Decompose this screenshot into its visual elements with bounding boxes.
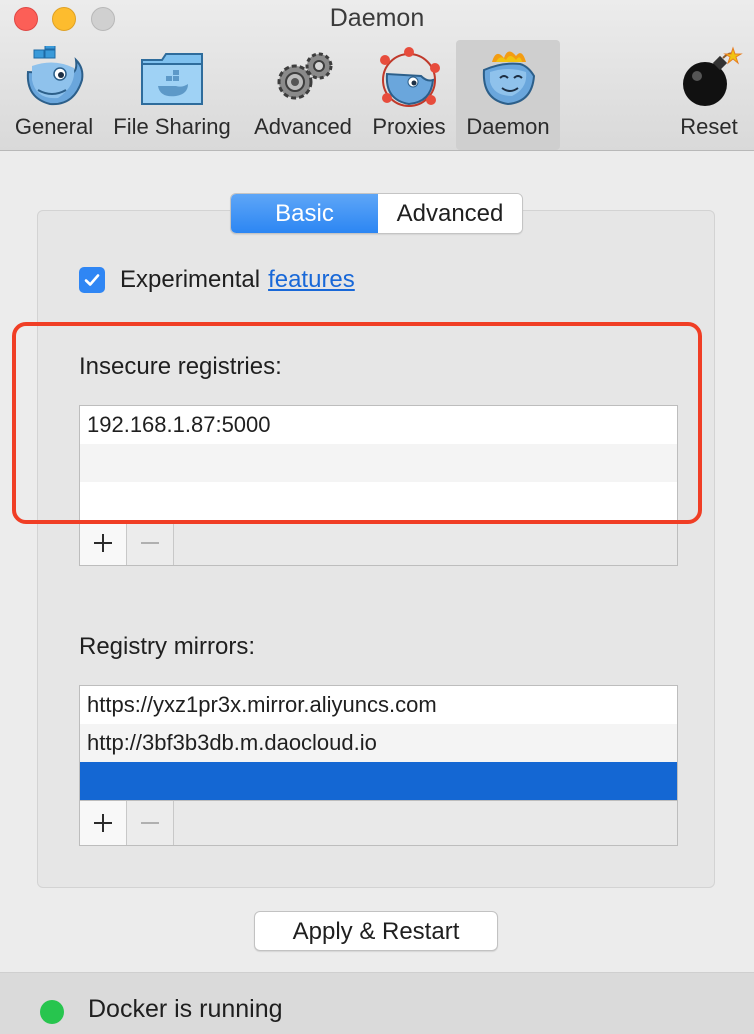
folder-whale-icon (141, 53, 203, 105)
preferences-window: Daemon General File Sharing Advanced Pro… (0, 0, 754, 1034)
toolbar-item-label: Daemon (466, 114, 550, 139)
gears-icon (277, 52, 333, 100)
tab-basic[interactable]: Basic (231, 194, 378, 233)
toolbar: Daemon General File Sharing Advanced Pro… (0, 0, 754, 151)
list-item[interactable]: 192.168.1.87:5000 (80, 406, 677, 444)
minus-icon (141, 542, 159, 544)
toolbar-item-advanced[interactable]: Advanced (248, 40, 358, 150)
list-item-selected-empty[interactable] (80, 762, 677, 800)
experimental-features-row: Experimental features (79, 266, 355, 294)
remove-insecure-registry-button[interactable] (127, 521, 174, 565)
daemon-tab-segmented-control: Basic Advanced (230, 193, 523, 234)
plus-icon (94, 534, 112, 552)
toolbar-item-label: Proxies (372, 114, 446, 139)
status-bar: Docker is running (0, 972, 754, 1034)
registry-mirrors-list[interactable]: https://yxz1pr3x.mirror.aliyuncs.com htt… (79, 685, 678, 801)
insecure-registries-list[interactable]: 192.168.1.87:5000 (79, 405, 678, 521)
toolbar-item-label: File Sharing (113, 114, 231, 139)
toolbar-item-label: Advanced (254, 114, 352, 139)
add-insecure-registry-button[interactable] (80, 521, 127, 565)
toolbar-item-label: Reset (680, 114, 738, 139)
tab-advanced[interactable]: Advanced (378, 194, 522, 233)
plus-icon (94, 814, 112, 832)
insecure-registries-label: Insecure registries: (79, 353, 282, 380)
list-item-empty (80, 444, 677, 482)
toolbar-item-file-sharing[interactable]: File Sharing (106, 40, 238, 150)
toolbar-item-general[interactable]: General (8, 40, 100, 150)
experimental-label: Experimental (120, 266, 261, 293)
list-item[interactable]: https://yxz1pr3x.mirror.aliyuncs.com (80, 686, 677, 724)
experimental-checkbox[interactable] (79, 267, 105, 293)
add-registry-mirror-button[interactable] (80, 801, 127, 845)
toolbar-item-daemon[interactable]: Daemon (456, 40, 560, 150)
toolbar-item-label: General (14, 114, 94, 139)
registry-mirrors-label: Registry mirrors: (79, 633, 256, 660)
status-text: Docker is running (88, 995, 283, 1023)
proxies-whale-icon (380, 47, 440, 107)
status-indicator-icon (40, 1000, 64, 1024)
insecure-registries-footer (79, 521, 678, 566)
checkmark-icon (84, 274, 100, 286)
toolbar-item-proxies[interactable]: Proxies (366, 40, 452, 150)
features-link[interactable]: features (268, 266, 355, 294)
apply-restart-button[interactable]: Apply & Restart (254, 911, 498, 951)
minus-icon (141, 822, 159, 824)
list-item-empty (80, 482, 677, 520)
window-title: Daemon (329, 4, 425, 32)
remove-registry-mirror-button[interactable] (127, 801, 174, 845)
docker-whale-icon (26, 46, 84, 106)
registry-mirrors-footer (79, 801, 678, 846)
toolbar-item-reset[interactable]: Reset (672, 40, 746, 150)
bomb-icon (683, 46, 743, 106)
daemon-whale-icon (482, 51, 536, 106)
list-item[interactable]: http://3bf3b3db.m.daocloud.io (80, 724, 677, 762)
